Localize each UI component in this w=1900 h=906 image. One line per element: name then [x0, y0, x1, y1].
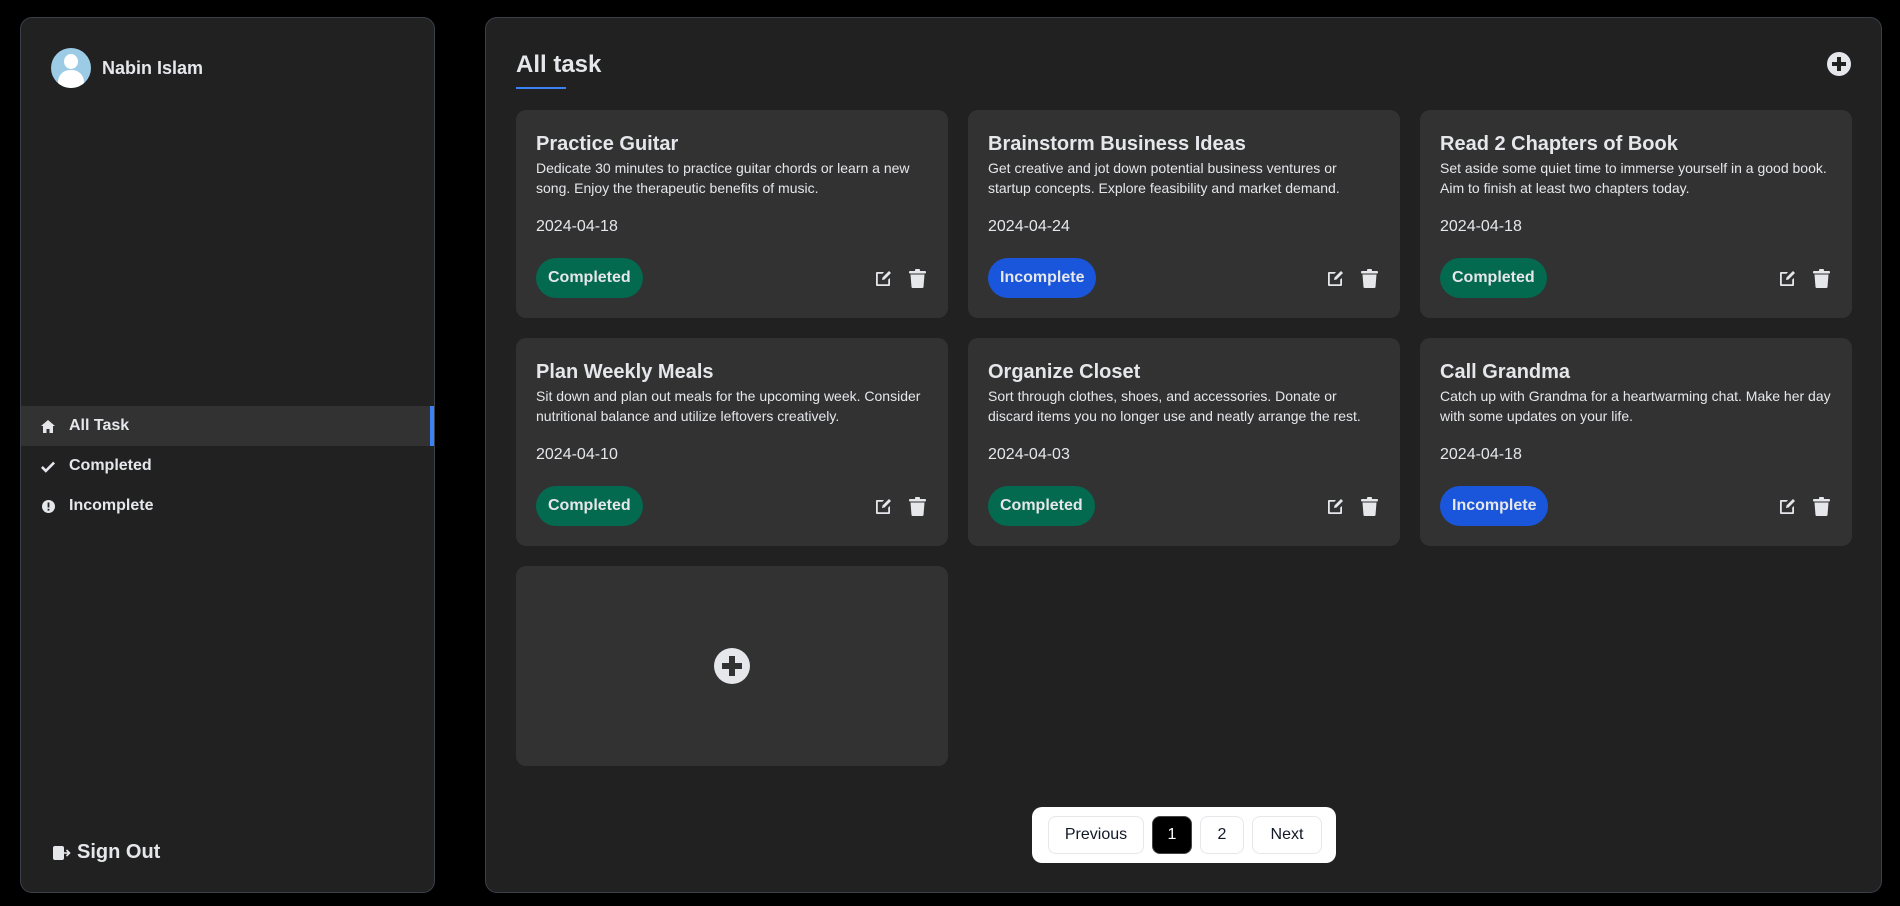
- edit-button[interactable]: [875, 497, 893, 515]
- task-date: 2024-04-10: [536, 446, 618, 463]
- sidebar-item-completed[interactable]: Completed: [21, 446, 434, 486]
- sidebar-item-all-task[interactable]: All Task: [21, 406, 434, 446]
- add-task-button[interactable]: [1827, 52, 1851, 81]
- task-footer: Completed: [1440, 258, 1832, 298]
- sign-out-button[interactable]: Sign Out: [53, 841, 160, 864]
- task-description: Sit down and plan out meals for the upco…: [536, 388, 921, 424]
- page-2-button[interactable]: 2: [1200, 816, 1244, 854]
- task-description: Dedicate 30 minutes to practice guitar c…: [536, 160, 910, 196]
- task-footer: Incomplete: [1440, 486, 1832, 526]
- task-date: 2024-04-18: [1440, 218, 1522, 235]
- task-title: Brainstorm Business Ideas: [988, 133, 1246, 155]
- task-card: Read 2 Chapters of Book Set aside some q…: [1420, 110, 1852, 318]
- task-date: 2024-04-24: [988, 218, 1070, 235]
- delete-button[interactable]: [1813, 496, 1830, 516]
- sidebar-item-label: All Task: [69, 417, 130, 434]
- task-date: 2024-04-18: [536, 218, 618, 235]
- status-badge[interactable]: Completed: [536, 486, 643, 526]
- sidebar-item-label: Completed: [69, 457, 152, 474]
- task-title: Read 2 Chapters of Book: [1440, 133, 1678, 155]
- task-title: Plan Weekly Meals: [536, 361, 714, 383]
- sidebar: Nabin Islam All Task Completed Incomplet…: [20, 17, 435, 893]
- plus-circle-icon: [1827, 52, 1851, 76]
- task-description: Sort through clothes, shoes, and accesso…: [988, 388, 1361, 424]
- task-footer: Completed: [536, 486, 928, 526]
- add-task-card[interactable]: [516, 566, 948, 766]
- task-actions: [1327, 268, 1378, 288]
- task-actions: [875, 268, 926, 288]
- exclamation-circle-icon: [41, 499, 55, 513]
- task-actions: [1779, 268, 1830, 288]
- edit-button[interactable]: [875, 269, 893, 287]
- task-footer: Completed: [988, 486, 1380, 526]
- task-description: Get creative and jot down potential busi…: [988, 160, 1340, 196]
- task-description: Catch up with Grandma for a heartwarming…: [1440, 388, 1831, 424]
- edit-icon: [1328, 271, 1343, 286]
- status-badge[interactable]: Incomplete: [988, 258, 1097, 298]
- task-card: Brainstorm Business Ideas Get creative a…: [968, 110, 1400, 318]
- delete-button[interactable]: [1813, 268, 1830, 288]
- edit-icon: [1780, 271, 1795, 286]
- page-title: All task: [516, 51, 602, 78]
- task-card: Call Grandma Catch up with Grandma for a…: [1420, 338, 1852, 546]
- edit-button[interactable]: [1327, 497, 1345, 515]
- trash-icon: [1813, 268, 1830, 288]
- page-1-button[interactable]: 1: [1152, 816, 1192, 854]
- task-card: Practice Guitar Dedicate 30 minutes to p…: [516, 110, 948, 318]
- pagination: Previous 1 2 Next: [1032, 807, 1336, 863]
- user-name: Nabin Islam: [102, 57, 204, 78]
- avatar: [51, 48, 91, 88]
- trash-icon: [909, 268, 926, 288]
- delete-button[interactable]: [909, 496, 926, 516]
- delete-button[interactable]: [909, 268, 926, 288]
- main-panel: All task Practice Guitar Dedicate 30 min…: [485, 17, 1882, 893]
- task-title: Call Grandma: [1440, 361, 1571, 383]
- previous-page-button[interactable]: Previous: [1048, 816, 1144, 854]
- edit-icon: [1780, 499, 1795, 514]
- delete-button[interactable]: [1361, 496, 1378, 516]
- title-underline: [516, 87, 566, 89]
- sidebar-nav: All Task Completed Incomplete: [21, 406, 434, 526]
- sidebar-item-label: Incomplete: [69, 497, 154, 514]
- sidebar-item-incomplete[interactable]: Incomplete: [21, 486, 434, 526]
- edit-icon: [876, 271, 891, 286]
- edit-icon: [1328, 499, 1343, 514]
- status-badge[interactable]: Completed: [1440, 258, 1547, 298]
- sign-out-label: Sign Out: [77, 841, 161, 863]
- user-profile: Nabin Islam: [51, 48, 203, 88]
- task-actions: [875, 496, 926, 516]
- plus-circle-icon: [714, 648, 750, 684]
- home-icon: [41, 419, 55, 433]
- task-footer: Incomplete: [988, 258, 1380, 298]
- task-date: 2024-04-03: [988, 446, 1070, 463]
- task-title: Organize Closet: [988, 361, 1141, 383]
- task-card: Plan Weekly Meals Sit down and plan out …: [516, 338, 948, 546]
- task-date: 2024-04-18: [1440, 446, 1522, 463]
- task-description: Set aside some quiet time to immerse you…: [1440, 160, 1827, 196]
- check-icon: [41, 459, 55, 473]
- task-actions: [1327, 496, 1378, 516]
- next-page-button[interactable]: Next: [1252, 816, 1322, 854]
- trash-icon: [909, 496, 926, 516]
- status-badge[interactable]: Incomplete: [1440, 486, 1549, 526]
- trash-icon: [1361, 496, 1378, 516]
- edit-button[interactable]: [1327, 269, 1345, 287]
- edit-button[interactable]: [1779, 269, 1797, 287]
- status-badge[interactable]: Completed: [988, 486, 1095, 526]
- trash-icon: [1813, 496, 1830, 516]
- sign-out-icon: [53, 845, 71, 861]
- trash-icon: [1361, 268, 1378, 288]
- task-actions: [1779, 496, 1830, 516]
- task-title: Practice Guitar: [536, 133, 679, 155]
- task-card: Organize Closet Sort through clothes, sh…: [968, 338, 1400, 546]
- edit-icon: [876, 499, 891, 514]
- edit-button[interactable]: [1779, 497, 1797, 515]
- delete-button[interactable]: [1361, 268, 1378, 288]
- status-badge[interactable]: Completed: [536, 258, 643, 298]
- task-footer: Completed: [536, 258, 928, 298]
